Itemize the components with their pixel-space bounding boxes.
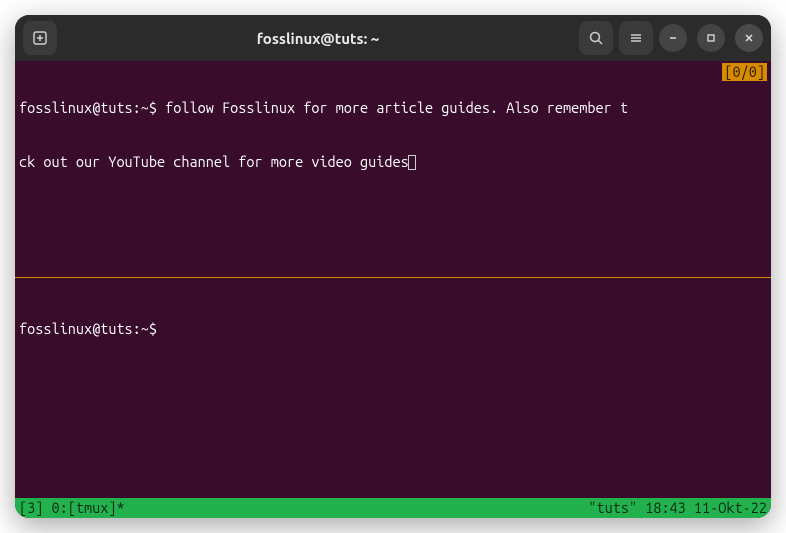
terminal-line: fosslinux@tuts:~$ follow Fosslinux for m… [19, 99, 767, 117]
maximize-button[interactable] [697, 24, 725, 52]
status-right: "tuts" 18:43 11-Okt-22 [588, 499, 767, 517]
tmux-pane-bottom[interactable]: fosslinux@tuts:~$ [15, 278, 771, 498]
terminal-line: fosslinux@tuts:~$ [19, 320, 767, 338]
close-button[interactable] [735, 24, 763, 52]
tmux-pane-top[interactable]: fosslinux@tuts:~$ follow Fosslinux for m… [15, 61, 771, 278]
minimize-button[interactable] [659, 24, 687, 52]
window-title: fosslinux@tuts: ~ [63, 30, 573, 47]
terminal-line: ck out our YouTube channel for more vide… [19, 153, 767, 171]
menu-button[interactable] [619, 21, 653, 55]
status-left: [3] 0:[tmux]* [19, 499, 125, 517]
shell-prompt: fosslinux@tuts:~$ [19, 99, 157, 116]
shell-prompt: fosslinux@tuts:~$ [19, 320, 157, 337]
titlebar: fosslinux@tuts: ~ [15, 15, 771, 61]
tmux-status-bar: [3] 0:[tmux]* "tuts" 18:43 11-Okt-22 [15, 498, 771, 518]
command-text-wrap: ck out our YouTube channel for more vide… [19, 153, 409, 170]
window-controls [659, 24, 763, 52]
new-tab-button[interactable] [23, 21, 57, 55]
search-indicator: [0/0] [722, 63, 767, 81]
terminal-window: fosslinux@tuts: ~ fosslinux@tuts:~$ foll… [15, 15, 771, 518]
terminal-body[interactable]: fosslinux@tuts:~$ follow Fosslinux for m… [15, 61, 771, 518]
cursor-icon [408, 155, 416, 170]
command-text: follow Fosslinux for more article guides… [157, 99, 628, 116]
search-button[interactable] [579, 21, 613, 55]
